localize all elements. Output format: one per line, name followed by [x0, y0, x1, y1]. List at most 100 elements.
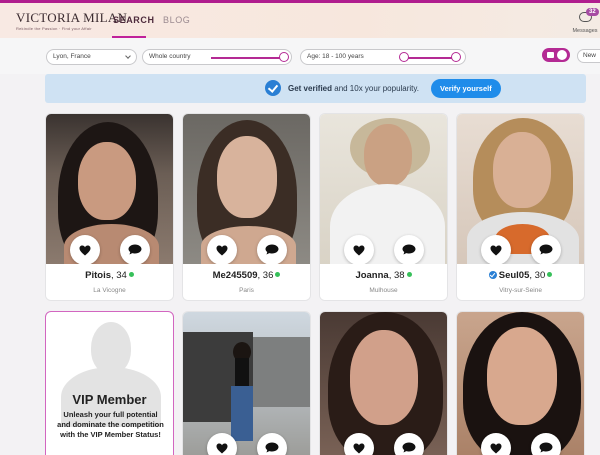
- distance-slider-track[interactable]: [211, 57, 286, 59]
- message-button[interactable]: [257, 235, 287, 265]
- profile-photo[interactable]: [457, 114, 584, 267]
- profile-age: , 30: [529, 270, 546, 281]
- verify-banner: Get verified and 10x your popularity. Ve…: [45, 74, 586, 103]
- profile-city: Mulhouse: [369, 287, 398, 294]
- toggle-knob: [557, 50, 567, 60]
- online-indicator: [128, 272, 134, 277]
- nav-search[interactable]: SEARCH: [113, 15, 155, 25]
- profile-name: Joanna: [355, 270, 389, 281]
- profile-meta: Joanna, 38 Mulhouse: [320, 264, 447, 300]
- profile-photo[interactable]: [46, 114, 173, 272]
- profile-photo[interactable]: [183, 114, 310, 270]
- top-header: VICTORIA MILAN Rekindle the Passion · Fi…: [0, 0, 600, 39]
- verified-badge-icon: [488, 271, 497, 279]
- profile-card[interactable]: [182, 311, 311, 455]
- profile-photo[interactable]: [183, 312, 310, 455]
- location-select[interactable]: Lyon, France: [46, 49, 137, 65]
- online-indicator: [406, 272, 412, 277]
- age-max-handle[interactable]: [451, 52, 461, 62]
- heart-icon: [79, 245, 91, 256]
- profile-card[interactable]: [319, 311, 448, 455]
- location-value: Lyon, France: [53, 53, 91, 60]
- like-button[interactable]: [207, 235, 237, 265]
- like-button[interactable]: [207, 433, 237, 455]
- sort-select[interactable]: New: [577, 49, 600, 63]
- like-button[interactable]: [70, 235, 100, 265]
- profile-card[interactable]: Seul05, 30 Vitry-sur-Seine: [456, 113, 585, 301]
- banner-text-rest: and 10x your popularity.: [332, 84, 420, 93]
- profile-card[interactable]: Joanna, 38 Mulhouse: [319, 113, 448, 301]
- photo-only-toggle[interactable]: [542, 48, 570, 62]
- banner-text-bold: Get verified: [288, 84, 333, 93]
- distance-slider-handle[interactable]: [279, 52, 289, 62]
- profile-city: Vitry-sur-Seine: [499, 287, 542, 294]
- brand-tagline: Rekindle the Passion · Find your Affair: [16, 26, 92, 31]
- chat-bubble-icon: [265, 442, 279, 453]
- online-indicator: [275, 272, 281, 277]
- profile-name: Pitois: [85, 270, 111, 281]
- profile-name-line: Joanna, 38: [320, 270, 447, 281]
- profile-name: Me245509: [212, 270, 258, 281]
- verified-check-icon: [265, 80, 281, 96]
- messages-count-badge: 32: [586, 8, 599, 16]
- age-slider-track[interactable]: [405, 57, 457, 59]
- profile-card[interactable]: [456, 311, 585, 455]
- banner-text: Get verified and 10x your popularity.: [288, 84, 419, 93]
- message-button[interactable]: [394, 433, 424, 455]
- online-indicator: [547, 272, 553, 277]
- profile-card[interactable]: Me245509, 36 Paris: [182, 113, 311, 301]
- chat-bubble-icon: [539, 442, 553, 453]
- distance-filter[interactable]: Whole country: [142, 49, 292, 65]
- profile-meta: Pitois, 34 La Vicogne: [46, 264, 173, 300]
- profile-name: Seul05: [498, 270, 530, 281]
- verify-yourself-button[interactable]: Verify yourself: [431, 79, 501, 98]
- profile-meta: Me245509, 36 Paris: [183, 264, 310, 300]
- message-button[interactable]: [120, 235, 150, 265]
- profile-photo[interactable]: [320, 312, 447, 455]
- profile-age: , 34: [111, 270, 127, 281]
- nav-blog[interactable]: BLOG: [163, 15, 190, 25]
- vip-title: VIP Member: [72, 392, 147, 407]
- like-button[interactable]: [481, 433, 511, 455]
- like-button[interactable]: [481, 235, 511, 265]
- age-filter[interactable]: Age: 18 - 100 years: [300, 49, 466, 65]
- profile-city: La Vicogne: [93, 287, 126, 294]
- brand-name: VICTORIA MILAN: [16, 10, 128, 25]
- messages-label: Messages: [572, 28, 598, 34]
- message-button[interactable]: [257, 433, 287, 455]
- distance-label: Whole country: [149, 53, 191, 60]
- heart-icon: [353, 245, 365, 256]
- camera-icon: [547, 52, 554, 58]
- profile-name-line: Pitois, 34: [46, 270, 173, 281]
- chat-bubble-icon: [402, 244, 416, 255]
- message-button[interactable]: [531, 235, 561, 265]
- heart-icon: [353, 443, 365, 454]
- messages-button[interactable]: 32 Messages: [572, 8, 599, 34]
- chevron-down-icon: [125, 53, 131, 59]
- chat-bubble-icon: [128, 244, 142, 255]
- brand-logo[interactable]: VICTORIA MILAN Rekindle the Passion · Fi…: [16, 10, 127, 31]
- age-label: Age: 18 - 100 years: [307, 53, 364, 60]
- heart-icon: [490, 443, 502, 454]
- age-min-handle[interactable]: [399, 52, 409, 62]
- vip-promo-card[interactable]: VIP Member Unleash your full potential a…: [45, 311, 174, 455]
- chat-bubble-icon: [539, 244, 553, 255]
- profile-name-line: Seul05, 30: [457, 270, 584, 281]
- heart-icon: [490, 245, 502, 256]
- profile-age: , 36: [257, 270, 274, 281]
- heart-icon: [216, 443, 228, 454]
- like-button[interactable]: [344, 433, 374, 455]
- vip-description: Unleash your full potential and dominate…: [57, 410, 164, 439]
- message-button[interactable]: [531, 433, 561, 455]
- chat-bubble-icon: [402, 442, 416, 453]
- profile-name-line: Me245509, 36: [183, 270, 310, 281]
- message-button[interactable]: [394, 235, 424, 265]
- profile-card[interactable]: Pitois, 34 La Vicogne: [45, 113, 174, 301]
- chat-bubble-icon: [265, 244, 279, 255]
- like-button[interactable]: [344, 235, 374, 265]
- profile-meta: Seul05, 30 Vitry-sur-Seine: [457, 264, 584, 300]
- profile-photo[interactable]: [457, 312, 584, 455]
- heart-icon: [216, 245, 228, 256]
- profile-photo[interactable]: [320, 114, 447, 269]
- profile-city: Paris: [239, 287, 254, 294]
